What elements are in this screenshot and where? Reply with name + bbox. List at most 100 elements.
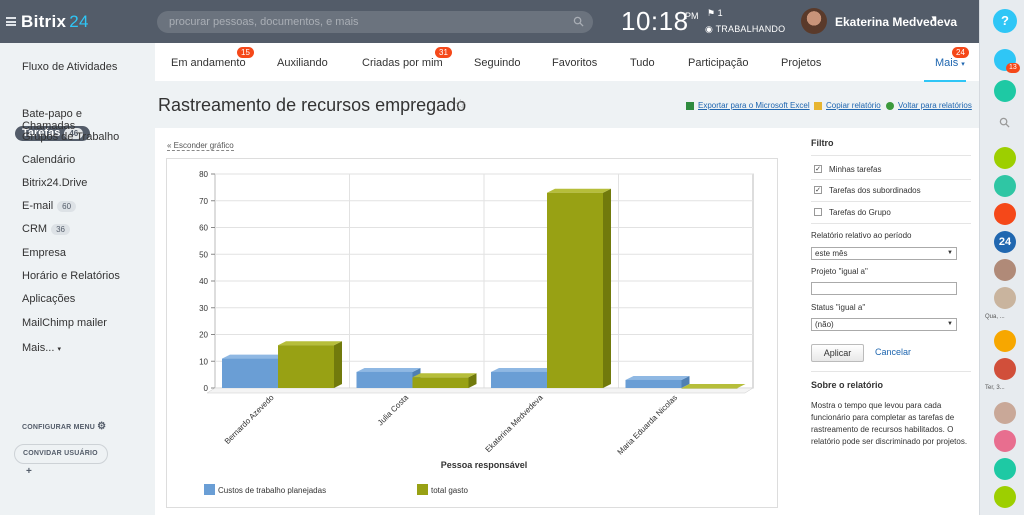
- sidebar-item-label: CRM: [22, 223, 48, 235]
- menu-icon[interactable]: [6, 17, 16, 26]
- hide-chart-label: Esconder gráfico: [173, 141, 234, 150]
- sidebar-item-drive[interactable]: Bitrix24.Drive: [22, 177, 87, 189]
- avatar[interactable]: [994, 287, 1016, 309]
- cancel-button[interactable]: Cancelar: [875, 347, 911, 357]
- y-tick-label: 80: [199, 170, 208, 179]
- legend-swatch: [204, 484, 215, 495]
- status-select[interactable]: (não) ▼: [811, 318, 957, 331]
- export-label: Exportar para o Microsoft Excel: [698, 101, 810, 110]
- search-icon[interactable]: [573, 16, 584, 27]
- phone-icon[interactable]: [994, 147, 1016, 169]
- bar-top: [412, 373, 477, 378]
- sidebar-item-calendar[interactable]: Calendário: [22, 154, 75, 166]
- phone-icon[interactable]: [994, 486, 1016, 508]
- sidebar-item-mailchimp[interactable]: MailChimp mailer: [22, 317, 107, 329]
- clock[interactable]: 10:18: [621, 6, 689, 37]
- back-to-reports-link[interactable]: Voltar para relatórios: [886, 101, 972, 110]
- export-excel-link[interactable]: Exportar para o Microsoft Excel: [686, 101, 810, 110]
- apply-button[interactable]: Aplicar: [811, 344, 864, 362]
- bar: [278, 345, 334, 388]
- bar-side: [603, 188, 611, 388]
- sidebar-count: 60: [57, 200, 77, 212]
- status-icon: ◉: [705, 24, 714, 34]
- checkbox-group-tasks[interactable]: [814, 208, 822, 216]
- excel-icon: [686, 101, 694, 110]
- tab-all[interactable]: Tudo: [630, 57, 655, 69]
- user-avatar[interactable]: [801, 8, 827, 34]
- checkbox-subordinates[interactable]: ✓: [814, 186, 822, 194]
- project-input[interactable]: [811, 282, 957, 295]
- bar: [491, 371, 547, 388]
- copy-report-link[interactable]: Copiar relatório: [814, 101, 881, 110]
- sidebar-item-activity[interactable]: Fluxo de Atividades: [22, 61, 117, 73]
- project-label: Projeto "igual a": [811, 267, 868, 276]
- tab-more[interactable]: Mais ▾: [935, 57, 965, 69]
- sidebar-item-email[interactable]: E-mail 60: [22, 200, 77, 212]
- phone-icon[interactable]: [994, 175, 1016, 197]
- sidebar-item-apps[interactable]: Aplicações: [22, 293, 75, 305]
- chevron-down-icon: ▾: [57, 346, 61, 353]
- sidebar-item-groups[interactable]: Grupos de Trabalho: [22, 131, 119, 143]
- avatar[interactable]: [994, 259, 1016, 281]
- tab-participation[interactable]: Participação: [688, 57, 749, 69]
- sidebar-item-company[interactable]: Empresa: [22, 247, 66, 259]
- sidebar-item-label: Mais...: [22, 342, 55, 354]
- invite-user-button[interactable]: CONVIDAR USUÁRIO +: [14, 444, 108, 477]
- back-label: Voltar para relatórios: [898, 101, 972, 110]
- flag-counter[interactable]: ⚑ 1: [707, 8, 723, 19]
- configure-menu-button[interactable]: CONFIGURAR MENU ⚙: [22, 421, 106, 432]
- avatar[interactable]: [994, 358, 1016, 380]
- x-tick-label: Maria Eduarda Nicolas: [616, 393, 680, 457]
- logo[interactable]: Bitrix 24: [21, 12, 89, 32]
- user-name[interactable]: Ekaterina Medvedeva: [835, 15, 957, 29]
- tab-following[interactable]: Seguindo: [474, 57, 521, 69]
- tab-projects[interactable]: Projetos: [781, 57, 821, 69]
- bar-top: [356, 367, 421, 372]
- bar-top: [625, 375, 690, 380]
- plus-icon: +: [26, 466, 33, 477]
- invite-user-label: CONVIDAR USUÁRIO: [23, 450, 98, 457]
- megaphone-icon[interactable]: [994, 430, 1016, 452]
- tab-assisting[interactable]: Auxiliando: [277, 57, 328, 69]
- contact-label: Ter, 3...: [985, 385, 1005, 391]
- sidebar-item-crm[interactable]: CRM 36: [22, 223, 70, 235]
- bar-top: [681, 384, 746, 388]
- tab-label: Mais: [935, 57, 959, 69]
- search-icon[interactable]: [999, 117, 1010, 128]
- notification-badge: 13: [1006, 63, 1020, 73]
- configure-menu-label: CONFIGURAR MENU: [22, 424, 95, 431]
- bar: [625, 379, 682, 388]
- hide-chart-link[interactable]: « Esconder gráfico: [167, 141, 234, 151]
- avatar[interactable]: [994, 330, 1016, 352]
- star-icon[interactable]: ☆: [454, 96, 467, 113]
- chevron-down-icon[interactable]: ▼: [930, 14, 938, 23]
- bar: [412, 377, 469, 388]
- phone-icon[interactable]: [994, 203, 1016, 225]
- help-icon[interactable]: ?: [993, 9, 1017, 33]
- chat-icon[interactable]: [994, 80, 1016, 102]
- search-chat-icon[interactable]: [994, 458, 1016, 480]
- about-title: Sobre o relatório: [811, 380, 884, 390]
- tab-created-by-me[interactable]: Criadas por mim: [362, 57, 443, 69]
- bar-top: [491, 367, 555, 372]
- sidebar-item-more[interactable]: Mais... ▾: [22, 342, 61, 354]
- sidebar-item-time[interactable]: Horário e Relatórios: [22, 270, 120, 282]
- bitrix24-icon[interactable]: 24: [994, 231, 1016, 253]
- checkbox-label: Minhas tarefas: [829, 165, 882, 174]
- divider: [811, 201, 971, 202]
- legend-swatch: [417, 484, 428, 495]
- work-status[interactable]: ◉ TRABALHANDO: [705, 24, 785, 35]
- checkbox-my-tasks[interactable]: ✓: [814, 165, 822, 173]
- tab-in-progress[interactable]: Em andamento: [171, 57, 246, 69]
- avatar[interactable]: [994, 402, 1016, 424]
- tab-favorites[interactable]: Favoritos: [552, 57, 597, 69]
- right-bar: ? 13 24 Qua, ... Ter, 3...: [979, 0, 1024, 515]
- period-select[interactable]: este mês ▼: [811, 247, 957, 260]
- copy-label: Copiar relatório: [826, 101, 881, 110]
- search-placeholder: procurar pessoas, documentos, e mais: [169, 16, 359, 28]
- filter-title: Filtro: [811, 138, 834, 148]
- sidebar-item-chat[interactable]: Bate-papo e Chamadas: [22, 108, 137, 132]
- y-tick-label: 0: [204, 384, 209, 393]
- divider: [811, 155, 971, 156]
- search-input[interactable]: procurar pessoas, documentos, e mais: [157, 11, 593, 33]
